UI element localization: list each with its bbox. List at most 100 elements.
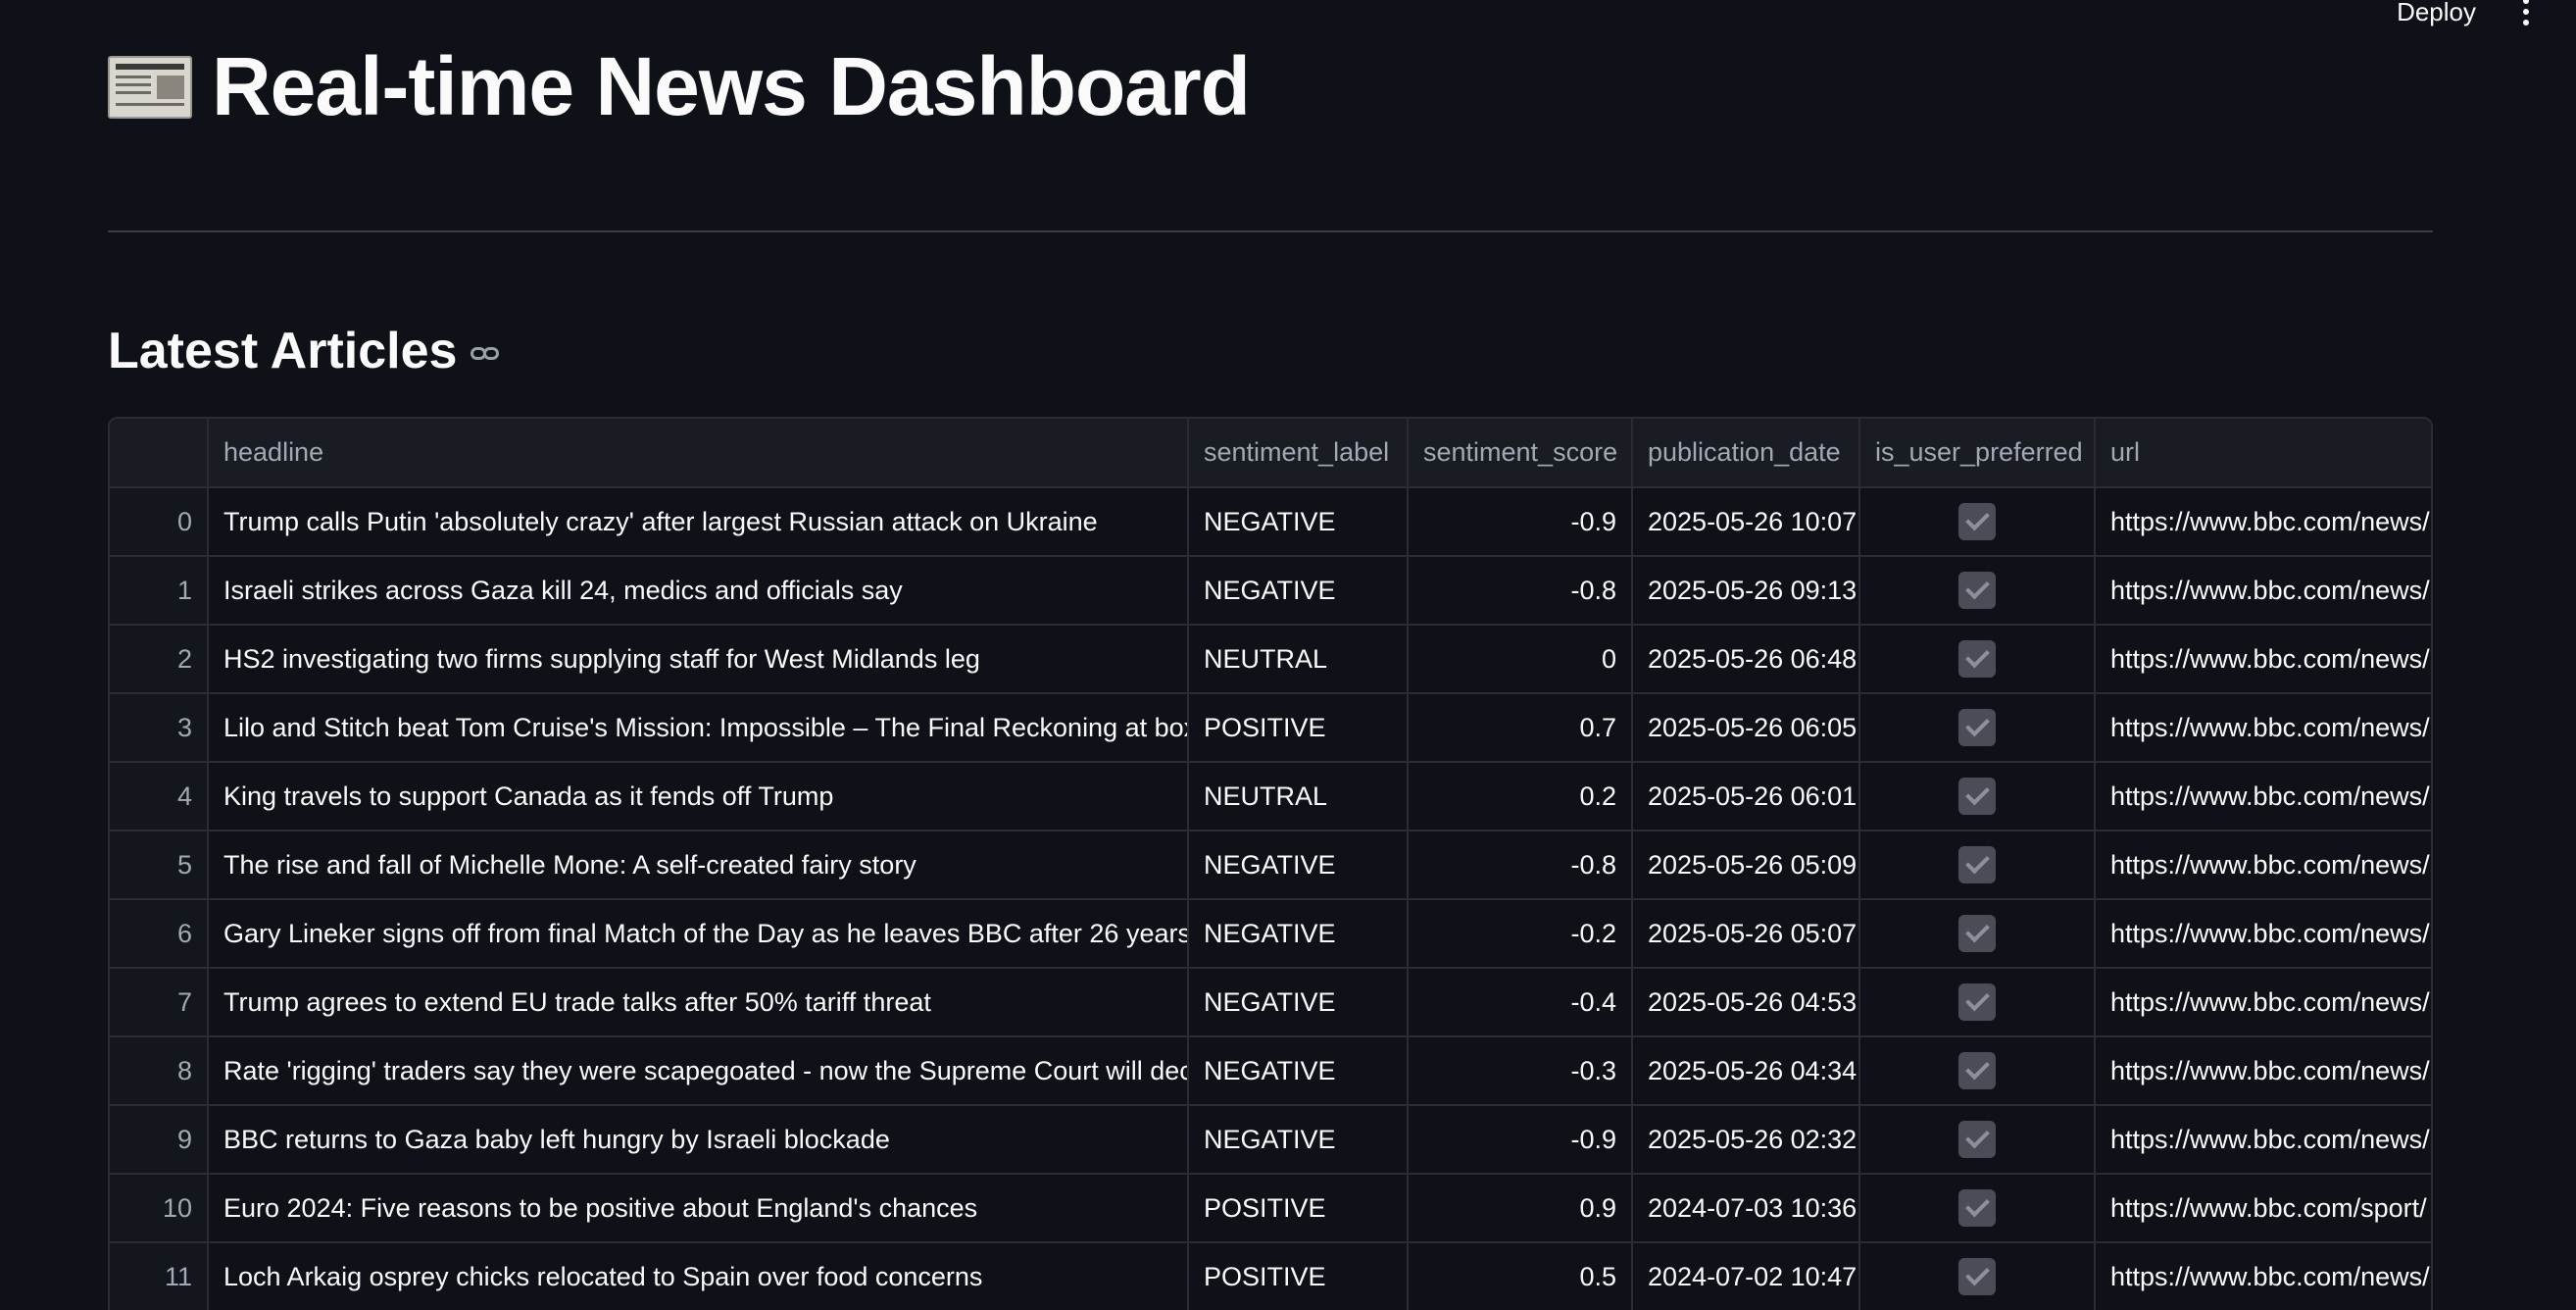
table-row[interactable]: 1 Israeli strikes across Gaza kill 24, me… bbox=[110, 557, 2431, 626]
preferred-checkbox[interactable] bbox=[1958, 1121, 1996, 1158]
headline-cell[interactable]: Lilo and Stitch beat Tom Cruise's Missio… bbox=[209, 694, 1189, 761]
preferred-checkbox[interactable] bbox=[1958, 778, 1996, 815]
publication-date-cell[interactable]: 2025-05-26 04:34 bbox=[1633, 1037, 1860, 1104]
link-icon[interactable] bbox=[471, 345, 502, 365]
column-header-headline[interactable]: headline bbox=[209, 419, 1189, 486]
row-index-cell[interactable]: 1 bbox=[110, 557, 209, 624]
preferred-checkbox[interactable] bbox=[1958, 709, 1996, 746]
sentiment-score-cell[interactable]: 0.7 bbox=[1409, 694, 1633, 761]
preferred-checkbox[interactable] bbox=[1958, 983, 1996, 1021]
sentiment-label-cell[interactable]: POSITIVE bbox=[1189, 1243, 1409, 1310]
url-cell[interactable]: https://www.bbc.com/news/ bbox=[2096, 626, 2431, 692]
is-user-preferred-cell[interactable] bbox=[1860, 488, 2096, 555]
url-cell[interactable]: https://www.bbc.com/news/ bbox=[2096, 1243, 2431, 1310]
table-row[interactable]: 3 Lilo and Stitch beat Tom Cruise's Missi… bbox=[110, 694, 2431, 763]
sentiment-score-cell[interactable]: -0.8 bbox=[1409, 831, 1633, 898]
publication-date-cell[interactable]: 2025-05-26 06:01 bbox=[1633, 763, 1860, 830]
sentiment-label-cell[interactable]: NEGATIVE bbox=[1189, 900, 1409, 967]
row-index-cell[interactable]: 3 bbox=[110, 694, 209, 761]
sentiment-score-cell[interactable]: 0.5 bbox=[1409, 1243, 1633, 1310]
is-user-preferred-cell[interactable] bbox=[1860, 900, 2096, 967]
column-header-is-user-preferred[interactable]: is_user_preferred bbox=[1860, 419, 2096, 486]
headline-cell[interactable]: Euro 2024: Five reasons to be positive a… bbox=[209, 1175, 1189, 1241]
sentiment-label-cell[interactable]: NEGATIVE bbox=[1189, 831, 1409, 898]
is-user-preferred-cell[interactable] bbox=[1860, 626, 2096, 692]
url-cell[interactable]: https://www.bbc.com/news/ bbox=[2096, 694, 2431, 761]
publication-date-cell[interactable]: 2025-05-26 02:32 bbox=[1633, 1106, 1860, 1173]
row-index-cell[interactable]: 5 bbox=[110, 831, 209, 898]
sentiment-label-cell[interactable]: POSITIVE bbox=[1189, 694, 1409, 761]
publication-date-cell[interactable]: 2025-05-26 10:07 bbox=[1633, 488, 1860, 555]
sentiment-score-cell[interactable]: -0.2 bbox=[1409, 900, 1633, 967]
publication-date-cell[interactable]: 2025-05-26 05:07 bbox=[1633, 900, 1860, 967]
url-cell[interactable]: https://www.bbc.com/news/ bbox=[2096, 900, 2431, 967]
headline-cell[interactable]: Trump agrees to extend EU trade talks af… bbox=[209, 969, 1189, 1035]
table-row[interactable]: 6 Gary Lineker signs off from final Match… bbox=[110, 900, 2431, 969]
url-cell[interactable]: https://www.bbc.com/news/ bbox=[2096, 763, 2431, 830]
is-user-preferred-cell[interactable] bbox=[1860, 1243, 2096, 1310]
sentiment-label-cell[interactable]: POSITIVE bbox=[1189, 1175, 1409, 1241]
headline-cell[interactable]: King travels to support Canada as it fen… bbox=[209, 763, 1189, 830]
column-header-sentiment-label[interactable]: sentiment_label bbox=[1189, 419, 1409, 486]
headline-cell[interactable]: The rise and fall of Michelle Mone: A se… bbox=[209, 831, 1189, 898]
sentiment-label-cell[interactable]: NEGATIVE bbox=[1189, 488, 1409, 555]
preferred-checkbox[interactable] bbox=[1958, 1189, 1996, 1227]
deploy-button[interactable]: Deploy bbox=[2397, 0, 2476, 25]
url-cell[interactable]: https://www.bbc.com/news/ bbox=[2096, 557, 2431, 624]
table-row[interactable]: 2 HS2 investigating two firms supplying s… bbox=[110, 626, 2431, 694]
is-user-preferred-cell[interactable] bbox=[1860, 969, 2096, 1035]
row-index-cell[interactable]: 6 bbox=[110, 900, 209, 967]
column-header-sentiment-score[interactable]: sentiment_score bbox=[1409, 419, 1633, 486]
preferred-checkbox[interactable] bbox=[1958, 846, 1996, 883]
publication-date-cell[interactable]: 2025-05-26 06:05 bbox=[1633, 694, 1860, 761]
row-index-cell[interactable]: 4 bbox=[110, 763, 209, 830]
row-index-cell[interactable]: 7 bbox=[110, 969, 209, 1035]
preferred-checkbox[interactable] bbox=[1958, 503, 1996, 540]
preferred-checkbox[interactable] bbox=[1958, 915, 1996, 952]
is-user-preferred-cell[interactable] bbox=[1860, 1037, 2096, 1104]
is-user-preferred-cell[interactable] bbox=[1860, 557, 2096, 624]
preferred-checkbox[interactable] bbox=[1958, 572, 1996, 609]
column-header-url[interactable]: url bbox=[2096, 419, 2431, 486]
table-row[interactable]: 8 Rate 'rigging' traders say they were sc… bbox=[110, 1037, 2431, 1106]
table-row[interactable]: 11 Loch Arkaig osprey chicks relocated to… bbox=[110, 1243, 2431, 1310]
url-cell[interactable]: https://www.bbc.com/news/ bbox=[2096, 1037, 2431, 1104]
is-user-preferred-cell[interactable] bbox=[1860, 1175, 2096, 1241]
main-menu-icon[interactable] bbox=[2523, 0, 2529, 25]
row-index-cell[interactable]: 10 bbox=[110, 1175, 209, 1241]
sentiment-score-cell[interactable]: -0.9 bbox=[1409, 1106, 1633, 1173]
sentiment-score-cell[interactable]: 0.2 bbox=[1409, 763, 1633, 830]
row-index-cell[interactable]: 8 bbox=[110, 1037, 209, 1104]
url-cell[interactable]: https://www.bbc.com/sport/ bbox=[2096, 1175, 2431, 1241]
url-cell[interactable]: https://www.bbc.com/news/ bbox=[2096, 488, 2431, 555]
url-cell[interactable]: https://www.bbc.com/news/ bbox=[2096, 969, 2431, 1035]
publication-date-cell[interactable]: 2025-05-26 06:48 bbox=[1633, 626, 1860, 692]
publication-date-cell[interactable]: 2025-05-26 05:09 bbox=[1633, 831, 1860, 898]
preferred-checkbox[interactable] bbox=[1958, 1258, 1996, 1295]
table-row[interactable]: 10 Euro 2024: Five reasons to be positive… bbox=[110, 1175, 2431, 1243]
sentiment-label-cell[interactable]: NEUTRAL bbox=[1189, 763, 1409, 830]
sentiment-label-cell[interactable]: NEGATIVE bbox=[1189, 557, 1409, 624]
row-index-cell[interactable]: 11 bbox=[110, 1243, 209, 1310]
sentiment-score-cell[interactable]: -0.8 bbox=[1409, 557, 1633, 624]
sentiment-label-cell[interactable]: NEUTRAL bbox=[1189, 626, 1409, 692]
column-header-index[interactable] bbox=[110, 419, 209, 486]
sentiment-label-cell[interactable]: NEGATIVE bbox=[1189, 1106, 1409, 1173]
table-row[interactable]: 0 Trump calls Putin 'absolutely crazy' af… bbox=[110, 488, 2431, 557]
table-row[interactable]: 5 The rise and fall of Michelle Mone: A … bbox=[110, 831, 2431, 900]
preferred-checkbox[interactable] bbox=[1958, 1052, 1996, 1089]
publication-date-cell[interactable]: 2024-07-02 10:47 bbox=[1633, 1243, 1860, 1310]
is-user-preferred-cell[interactable] bbox=[1860, 1106, 2096, 1173]
publication-date-cell[interactable]: 2025-05-26 09:13 bbox=[1633, 557, 1860, 624]
sentiment-score-cell[interactable]: 0.9 bbox=[1409, 1175, 1633, 1241]
url-cell[interactable]: https://www.bbc.com/news/ bbox=[2096, 1106, 2431, 1173]
headline-cell[interactable]: Israeli strikes across Gaza kill 24, med… bbox=[209, 557, 1189, 624]
sentiment-score-cell[interactable]: -0.3 bbox=[1409, 1037, 1633, 1104]
headline-cell[interactable]: HS2 investigating two firms supplying st… bbox=[209, 626, 1189, 692]
preferred-checkbox[interactable] bbox=[1958, 640, 1996, 678]
headline-cell[interactable]: Rate 'rigging' traders say they were sca… bbox=[209, 1037, 1189, 1104]
sentiment-score-cell[interactable]: -0.4 bbox=[1409, 969, 1633, 1035]
column-header-publication-date[interactable]: publication_date bbox=[1633, 419, 1860, 486]
headline-cell[interactable]: BBC returns to Gaza baby left hungry by … bbox=[209, 1106, 1189, 1173]
sentiment-score-cell[interactable]: -0.9 bbox=[1409, 488, 1633, 555]
